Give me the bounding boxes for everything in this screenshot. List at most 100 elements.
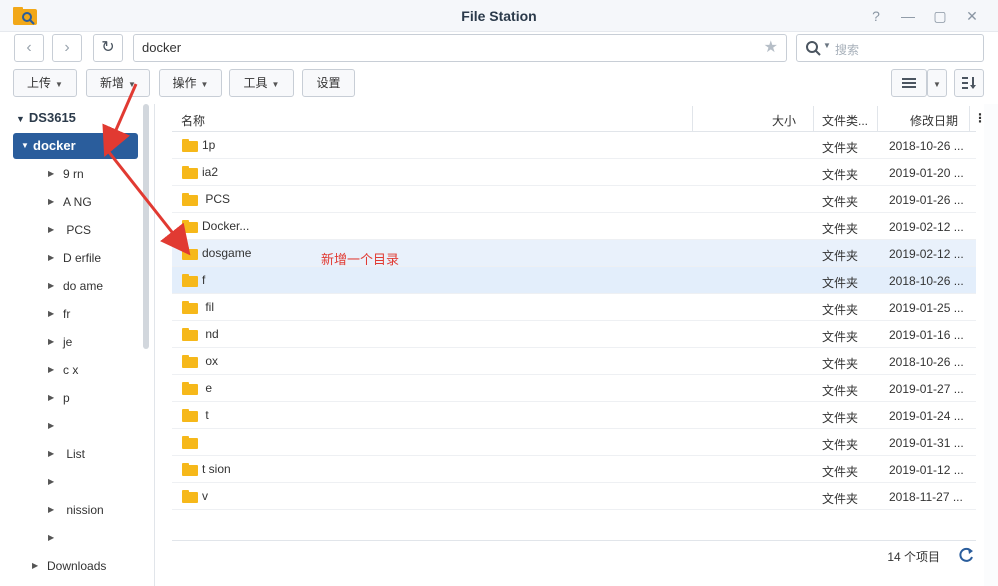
tree-item-downloads[interactable]: ▶ Downloads [32, 556, 107, 576]
file-row[interactable]: Docker... 文件夹 2019-02-12 ... [172, 213, 976, 240]
file-row[interactable]: ‍ ‍ 文件夹 2019-01-31 ... [172, 429, 976, 456]
tree-item[interactable]: ▶ p‍ ‍ [48, 388, 73, 408]
file-modified: 2019-01-16 ... [889, 328, 964, 342]
path-field[interactable]: docker ★ [133, 34, 787, 62]
item-count: 14 个项目 [887, 550, 940, 564]
search-input[interactable]: ▼ 搜索 [796, 34, 984, 62]
settings-button[interactable]: 设置 [302, 69, 355, 97]
file-row[interactable]: ‍ ‍ox‍ ‍ 文件夹 2018-10-26 ... [172, 348, 976, 375]
view-options-button[interactable]: ▼ [927, 69, 947, 97]
file-row[interactable]: ‍ ‍e 文件夹 2019-01-27 ... [172, 375, 976, 402]
file-modified: 2019-01-26 ... [889, 193, 964, 207]
tree-item[interactable]: ▶ D‍ ‍erfile [48, 248, 102, 268]
file-name: ‍ ‍ox‍ ‍ [202, 354, 222, 368]
tree-item[interactable]: ▶ ‍ ‍nission [48, 500, 104, 520]
file-name: v‍ ‍ [202, 489, 212, 503]
file-row[interactable]: ‍ ‍nd‍ ‍ 文件夹 2019-01-16 ... [172, 321, 976, 348]
caret-down-icon: ▼ [200, 80, 209, 89]
file-row[interactable]: 1p‍ ‍ 文件夹 2018-10-26 ... [172, 132, 976, 159]
help-icon[interactable]: ? [866, 6, 886, 26]
tree-item[interactable]: ▶ c‍ ‍x [48, 360, 78, 380]
caret-right-icon: ▶ [48, 337, 55, 346]
tree-item[interactable]: ▶‍ ‍ [48, 472, 66, 492]
folder-tree: ▼ DS3615 ▼ docker ▶ 9‍ ‍rn ▶ A‍ ‍NG ▶‍ ‍PCS… [0, 104, 155, 586]
file-row[interactable]: t‍ ‍sion 文件夹 2019-01-12 ... [172, 456, 976, 483]
file-row[interactable]: ‍ ‍t 文件夹 2019-01-24 ... [172, 402, 976, 429]
search-icon [806, 41, 821, 56]
file-list: 名称 大小 文件类... 修改日期 ⋮ 1p‍ ‍ 文件夹 2018-10-26 .… [172, 104, 986, 568]
file-name: ia2‍ ‍ [202, 165, 222, 179]
tree-item-selected[interactable]: ▼ docker [13, 133, 138, 159]
sidebar-scrollbar[interactable] [143, 104, 149, 349]
minimize-icon[interactable]: — [898, 6, 918, 26]
caret-right-icon: ▶ [48, 169, 55, 178]
file-type: 文件夹 [822, 168, 859, 182]
tree-item[interactable]: ▶ je‍ ‍ [48, 332, 76, 352]
view-list-button[interactable] [891, 69, 927, 97]
forward-button[interactable]: › [52, 34, 82, 62]
caret-right-icon: ▶ [48, 365, 55, 374]
file-row[interactable]: ia2‍ ‍ 文件夹 2019-01-20 ... [172, 159, 976, 186]
tree-item[interactable]: ▶ do‍ ‍ame [48, 276, 103, 296]
caret-right-icon: ▶ [48, 533, 55, 542]
file-row[interactable]: f‍ ‍ 文件夹 2018-10-26 ... [172, 267, 976, 294]
refresh-button[interactable]: ↻ [93, 34, 123, 62]
tree-item[interactable]: ▶‍ ‍ [48, 416, 66, 436]
action-button[interactable]: 操作 ▼ [159, 69, 222, 97]
tree-item[interactable]: ▶ 9‍ ‍rn [48, 164, 84, 184]
column-header-modified[interactable]: 修改日期 [910, 112, 958, 129]
file-type: 文件夹 [822, 222, 859, 236]
settings-label: 设置 [316, 76, 341, 90]
file-type: 文件夹 [822, 492, 859, 506]
tools-button[interactable]: 工具 ▼ [229, 69, 294, 97]
tree-item[interactable]: ▶ fr‍ ‍ [48, 304, 74, 324]
file-modified: 2019-02-12 ... [889, 247, 964, 261]
tree-root[interactable]: ▼ DS3615 [16, 110, 76, 125]
caret-right-icon: ▶ [48, 505, 55, 514]
caret-right-icon: ▶ [48, 421, 55, 430]
file-row[interactable]: v‍ ‍ 文件夹 2018-11-27 ... [172, 483, 976, 510]
tree-item[interactable]: ▶ ‍ ‍List [48, 444, 85, 464]
tree-item[interactable]: ▶ ‍ ‍PCS [48, 220, 91, 240]
caret-down-icon: ▼ [55, 80, 63, 89]
file-modified: 2019-01-12 ... [889, 463, 964, 477]
caret-right-icon: ▶ [48, 281, 55, 290]
close-icon[interactable]: ✕ [962, 6, 982, 26]
file-modified: 2018-10-26 ... [889, 355, 964, 369]
folder-icon [182, 220, 198, 233]
file-row[interactable]: ‍ ‍fil‍ ‍ 文件夹 2019-01-25 ... [172, 294, 976, 321]
tree-item-label: Downloads [47, 559, 107, 573]
caret-down-icon: ▼ [271, 80, 280, 89]
back-button[interactable]: ‹ [14, 34, 44, 62]
file-name: ‍ ‍ [202, 435, 206, 449]
window-title: File Station [461, 8, 537, 24]
file-name: ‍ ‍e [202, 381, 213, 395]
column-header-type[interactable]: 文件类... [822, 112, 868, 129]
star-icon[interactable]: ★ [764, 35, 778, 61]
folder-icon [182, 436, 198, 449]
column-divider [813, 106, 814, 132]
tree-item[interactable]: ▶‍ ‍ [48, 528, 66, 548]
column-header-size[interactable]: 大小 [772, 112, 796, 129]
navigation-bar: ‹ › ↻ docker ★ ▼ 搜索 [0, 32, 998, 66]
upload-button[interactable]: 上传 ▼ [13, 69, 77, 97]
tree-item-label: 9‍ ‍rn [63, 167, 84, 181]
caret-down-icon: ▼ [128, 80, 136, 89]
folder-icon [182, 490, 198, 503]
tree-item-label: ‍ ‍nission [63, 503, 104, 517]
create-button[interactable]: 新增 ▼ [86, 69, 150, 97]
file-name: ‍ ‍t [202, 408, 209, 422]
file-row[interactable]: ‍ ‍PCS 文件夹 2019-01-26 ... [172, 186, 976, 213]
sort-button[interactable] [954, 69, 984, 97]
file-row[interactable]: dosgame 文件夹 2019-02-12 ... [172, 240, 976, 267]
column-header-name[interactable]: 名称 [181, 112, 205, 129]
caret-right-icon: ▶ [48, 477, 55, 486]
column-headers: 名称 大小 文件类... 修改日期 ⋮ [172, 106, 986, 132]
folder-icon [182, 139, 198, 152]
tree-item-label: D‍ ‍erfile [63, 251, 102, 265]
action-label: 操作 [172, 76, 197, 90]
file-name: Docker... [202, 219, 250, 233]
refresh-icon[interactable] [956, 545, 976, 565]
maximize-icon[interactable]: ▢ [930, 6, 950, 26]
tree-item[interactable]: ▶ A‍ ‍NG [48, 192, 92, 212]
